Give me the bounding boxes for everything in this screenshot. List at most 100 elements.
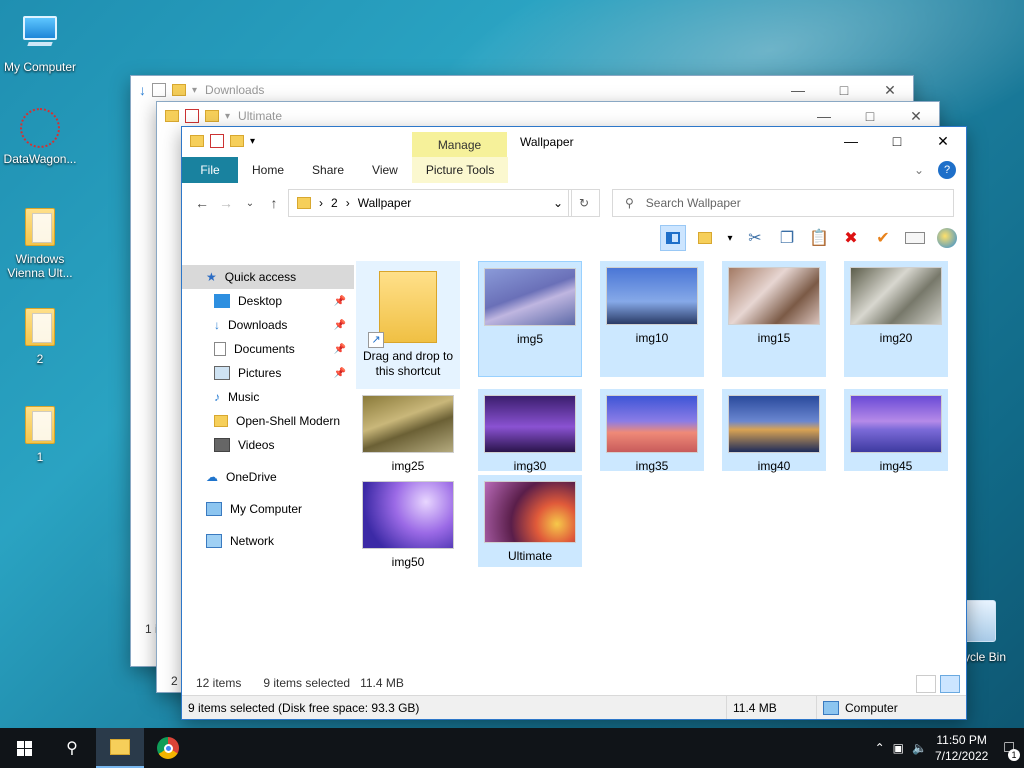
breadcrumb-parent[interactable]: 2 xyxy=(331,196,338,210)
tab-view[interactable]: View xyxy=(358,157,412,183)
recent-locations-button[interactable]: ⌄ xyxy=(238,198,262,209)
large-icons-view-button[interactable] xyxy=(940,675,960,693)
help-icon[interactable]: ? xyxy=(938,161,956,179)
file-tile-ultimate[interactable]: Ultimate xyxy=(478,475,582,567)
taskbar-chrome[interactable] xyxy=(144,728,192,768)
delete-icon[interactable]: ✖ xyxy=(838,225,864,251)
preview-pane-button[interactable] xyxy=(660,225,686,251)
properties-button[interactable] xyxy=(692,225,718,251)
datawagon-icon xyxy=(20,108,60,148)
file-tile-img30[interactable]: img30 xyxy=(478,389,582,473)
taskbar-file-explorer[interactable] xyxy=(96,728,144,768)
desktop-icon-windows-vienna[interactable]: Windows Vienna Ult... xyxy=(0,208,80,280)
nav-pictures[interactable]: Pictures 📌 xyxy=(182,361,354,385)
chevron-down-icon[interactable]: ▾ xyxy=(250,136,255,147)
clock-time: 11:50 PM xyxy=(936,733,987,747)
file-tile-img45[interactable]: img45 xyxy=(844,389,948,473)
file-tile-img15[interactable]: img15 xyxy=(722,261,826,377)
file-tile-img20[interactable]: img20 xyxy=(844,261,948,377)
search-button[interactable]: ⚲ xyxy=(48,728,96,768)
statusbar-selection: 9 items selected (Disk free space: 93.3 … xyxy=(182,696,727,719)
chevron-down-icon[interactable]: ⌄ xyxy=(553,196,563,210)
file-label: img30 xyxy=(513,459,547,473)
file-tile-img50[interactable]: img50 xyxy=(356,475,460,569)
file-tile-img40[interactable]: img40 xyxy=(722,389,826,473)
new-folder-icon[interactable] xyxy=(172,84,186,96)
nav-downloads[interactable]: ↓ Downloads 📌 xyxy=(182,313,354,337)
cut-icon[interactable]: ✂ xyxy=(742,225,768,251)
tab-file[interactable]: File xyxy=(182,157,238,183)
pin-icon[interactable]: 📌 xyxy=(334,320,346,331)
file-tile-img35[interactable]: img35 xyxy=(600,389,704,473)
shortcut-arrow-icon: ↗ xyxy=(368,332,384,348)
nav-desktop[interactable]: Desktop 📌 xyxy=(182,289,354,313)
network-icon[interactable]: ▣ xyxy=(893,741,904,755)
close-button[interactable]: ✕ xyxy=(920,127,966,155)
up-button[interactable]: ↑ xyxy=(262,195,286,211)
minimize-button[interactable]: — xyxy=(828,127,874,155)
desktop-icon-datawagon[interactable]: DataWagon... xyxy=(0,108,80,166)
file-tile-shortcut[interactable]: ↗ Drag and drop to this shortcut xyxy=(356,261,460,389)
search-input[interactable]: ⚲ Search Wallpaper xyxy=(612,189,954,217)
start-button[interactable] xyxy=(0,728,48,768)
tab-share[interactable]: Share xyxy=(298,157,358,183)
desktop-icon-recycle-bin[interactable]: cycle Bin xyxy=(958,600,1024,664)
properties-icon[interactable] xyxy=(185,109,199,123)
chevron-down-icon[interactable]: ▾ xyxy=(192,85,197,96)
properties-card-icon[interactable] xyxy=(902,225,928,251)
pin-icon[interactable]: 📌 xyxy=(334,296,346,307)
breadcrumb-current[interactable]: Wallpaper xyxy=(358,196,412,210)
new-folder-icon[interactable] xyxy=(205,110,219,122)
forward-button[interactable]: → xyxy=(214,195,238,211)
nav-music[interactable]: ♪ Music xyxy=(182,385,354,409)
chevron-down-icon[interactable]: ▾ xyxy=(724,225,736,251)
file-tile-img5[interactable]: img5 xyxy=(478,261,582,377)
desktop-icon-my-computer[interactable]: My Computer xyxy=(0,12,80,74)
chevron-up-icon[interactable]: ⌃ xyxy=(875,741,885,755)
nav-quick-access[interactable]: ★ Quick access xyxy=(182,265,354,289)
refresh-button[interactable]: ↻ xyxy=(568,189,600,217)
tab-home[interactable]: Home xyxy=(238,157,298,183)
pin-icon[interactable]: 📌 xyxy=(334,368,346,379)
back-button[interactable]: ← xyxy=(190,195,214,211)
properties-icon[interactable] xyxy=(210,134,224,148)
image-thumbnail xyxy=(484,268,576,326)
desktop-icon-label: 2 xyxy=(36,352,44,366)
shell-icon[interactable] xyxy=(934,225,960,251)
desktop-icon-folder-1[interactable]: 1 xyxy=(0,406,80,464)
details-view-button[interactable] xyxy=(916,675,936,693)
paste-icon[interactable]: 📋 xyxy=(806,225,832,251)
copy-icon[interactable]: ❐ xyxy=(774,225,800,251)
rename-check-icon[interactable]: ✔ xyxy=(870,225,896,251)
maximize-button[interactable]: □ xyxy=(821,76,867,104)
computer-icon xyxy=(20,16,60,56)
nav-videos[interactable]: Videos xyxy=(182,433,354,457)
volume-icon[interactable]: 🔈 xyxy=(912,741,927,755)
desktop-icon-folder-2[interactable]: 2 xyxy=(0,308,80,366)
nav-network[interactable]: Network xyxy=(182,529,354,553)
tab-picture-tools[interactable]: Picture Tools xyxy=(411,157,509,183)
window-wallpaper[interactable]: ▾ Manage Wallpaper — □ ✕ File Home Share… xyxy=(181,126,967,720)
nav-onedrive[interactable]: ☁ OneDrive xyxy=(182,465,354,489)
file-tile-img25[interactable]: img25 xyxy=(356,389,460,473)
minimize-button[interactable]: — xyxy=(775,76,821,104)
manage-tab-label[interactable]: Manage xyxy=(412,132,507,157)
clock[interactable]: 11:50 PM 7/12/2022 xyxy=(935,732,988,764)
properties-icon[interactable] xyxy=(152,83,166,97)
file-tile-img10[interactable]: img10 xyxy=(600,261,704,377)
desktop-icon-label: My Computer xyxy=(3,60,77,74)
maximize-button[interactable]: □ xyxy=(874,127,920,155)
nav-my-computer[interactable]: My Computer xyxy=(182,497,354,521)
nav-label: Videos xyxy=(238,438,275,452)
close-button[interactable]: ✕ xyxy=(867,76,913,104)
pin-icon[interactable]: 📌 xyxy=(334,344,346,355)
new-folder-icon[interactable] xyxy=(230,135,244,147)
ribbon-expand-icon[interactable]: ⌄ xyxy=(900,157,938,183)
address-bar[interactable]: › 2 › Wallpaper ⌄ xyxy=(288,189,572,217)
notification-icon[interactable]: □ 1 xyxy=(1004,739,1020,761)
chevron-down-icon[interactable]: ▾ xyxy=(225,111,230,122)
chevron-right-icon: › xyxy=(345,196,350,210)
nav-documents[interactable]: Documents 📌 xyxy=(182,337,354,361)
nav-label: Open-Shell Modern xyxy=(236,414,341,428)
nav-open-shell-modern[interactable]: Open-Shell Modern xyxy=(182,409,354,433)
